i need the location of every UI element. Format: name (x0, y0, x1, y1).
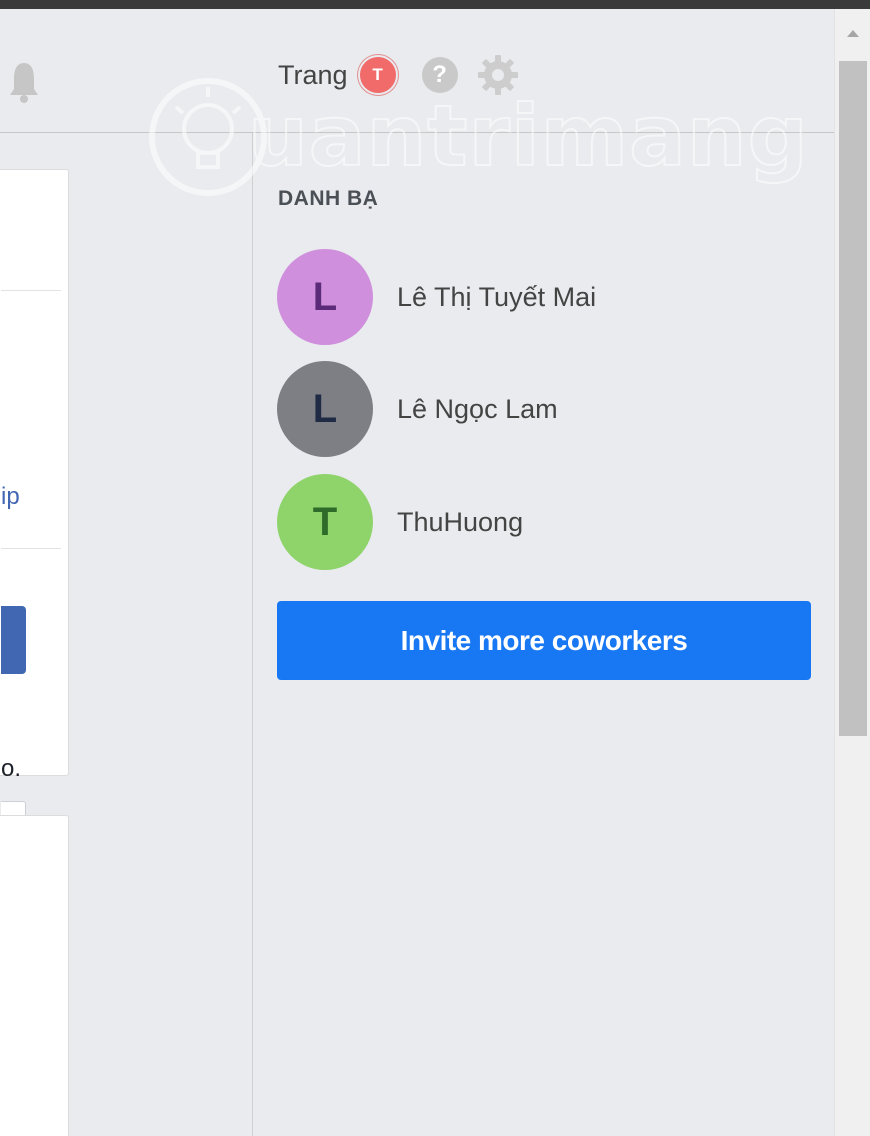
contact-avatar: T (277, 474, 373, 570)
card-primary-button[interactable] (1, 606, 26, 674)
feed-card: ip o. (0, 169, 69, 869)
contact-item[interactable]: L Lê Thị Tuyết Mai (277, 249, 596, 345)
contact-avatar-letter: T (312, 499, 338, 544)
help-icon[interactable]: ? (421, 57, 458, 93)
main-feed-column: ip o. (0, 9, 252, 1136)
scrollbar-thumb[interactable] (839, 61, 867, 736)
contact-avatar-letter: L (312, 274, 338, 319)
card-divider (1, 290, 61, 291)
invite-coworkers-button[interactable]: Invite more coworkers (277, 601, 811, 680)
contacts-section-title: DANH BẠ (278, 187, 379, 210)
contact-name: Lê Thị Tuyết Mai (397, 281, 597, 312)
contact-name: ThuHuong (397, 506, 524, 537)
card-divider (1, 548, 61, 549)
contact-name: Lê Ngọc Lam (397, 393, 558, 424)
card-text: o. (1, 755, 22, 782)
header-divider (0, 132, 834, 133)
scroll-up-arrow-icon[interactable] (835, 27, 870, 51)
username-label[interactable]: Trang (278, 60, 348, 91)
contact-avatar-letter: L (312, 386, 338, 431)
contact-avatar: L (277, 249, 373, 345)
contact-avatar: L (277, 361, 373, 457)
vertical-scrollbar[interactable] (834, 9, 870, 1136)
column-divider (252, 133, 253, 1136)
bell-icon[interactable] (6, 59, 42, 103)
contact-item[interactable]: T ThuHuong (277, 474, 523, 570)
app-viewport: ip o. Trang T ? DANH BẠ L Lê Thị Tuyết M… (0, 9, 834, 1136)
card-link-text[interactable]: ip (1, 483, 20, 511)
contact-item[interactable]: L Lê Ngọc Lam (277, 361, 558, 457)
window-top-border (0, 0, 870, 9)
help-icon-glyph: ? (432, 61, 447, 88)
user-avatar-letter: T (372, 65, 383, 84)
watermark-text: uantrimang (247, 86, 809, 186)
account-header: Trang T ? (278, 55, 520, 95)
user-avatar[interactable]: T (357, 55, 398, 95)
gear-icon[interactable] (476, 53, 520, 97)
feed-card-secondary (0, 815, 69, 1136)
